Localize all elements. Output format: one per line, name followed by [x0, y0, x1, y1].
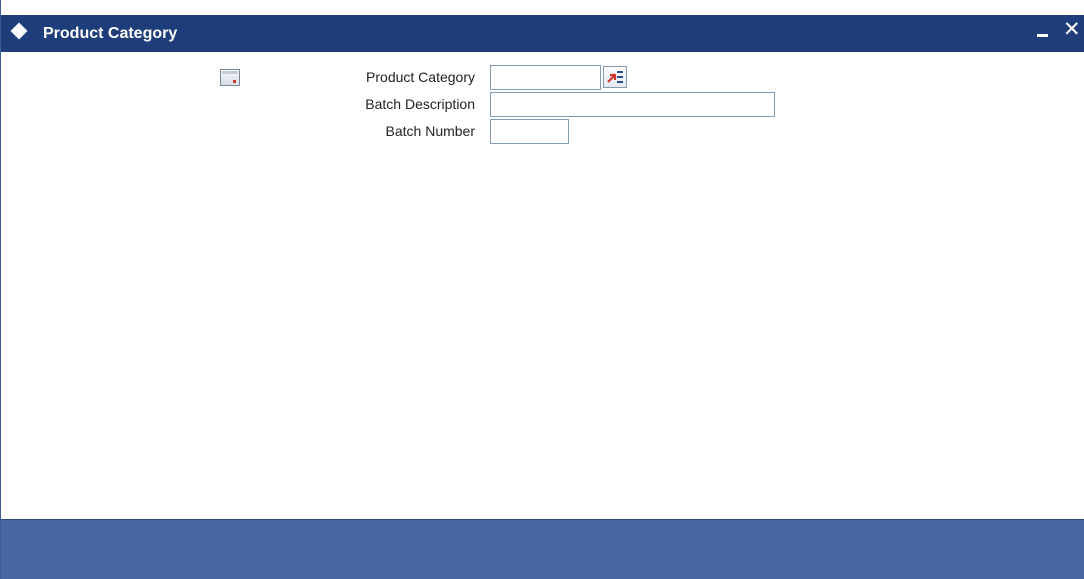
diamond-icon [10, 22, 28, 40]
title-bar[interactable]: Product Category ✕ [1, 15, 1084, 52]
batch-number-label: Batch Number [385, 123, 475, 139]
product-category-input[interactable] [490, 65, 601, 90]
footer-bar [1, 519, 1084, 579]
close-button[interactable]: ✕ [1063, 19, 1081, 40]
batch-description-label: Batch Description [365, 96, 475, 112]
product-category-label: Product Category [366, 69, 475, 85]
product-category-window: Product Category ✕ Product Category Batc… [0, 0, 1084, 579]
list-of-values-icon [607, 71, 623, 83]
batch-description-input[interactable] [490, 92, 775, 117]
window-title: Product Category [43, 25, 178, 42]
document-icon[interactable] [220, 69, 240, 86]
product-category-lov-button[interactable] [603, 66, 627, 88]
minimize-button[interactable] [1037, 23, 1051, 43]
batch-number-input[interactable] [490, 119, 569, 144]
